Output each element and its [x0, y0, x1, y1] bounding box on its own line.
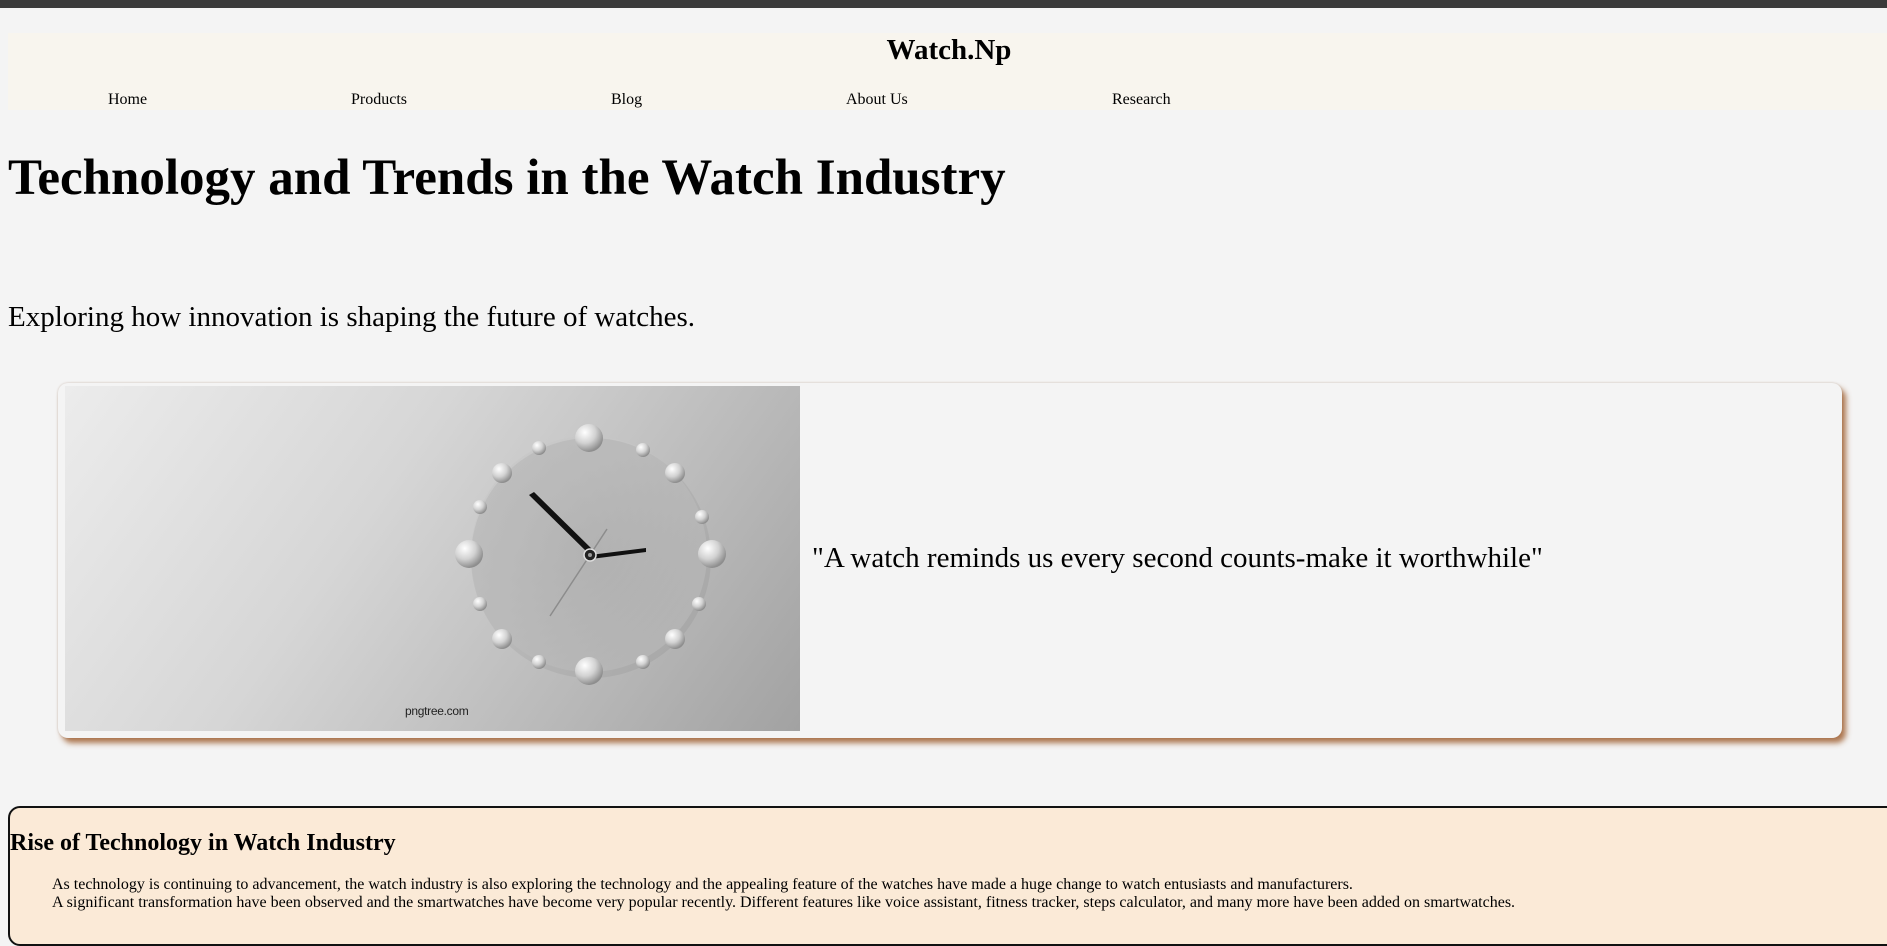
image-watermark: pngtree.com [405, 704, 469, 718]
nav-link-research[interactable]: Research [1112, 91, 1171, 109]
article-paragraph-1: As technology is continuing to advanceme… [52, 876, 1353, 893]
brand-logo[interactable]: Watch.Np [8, 34, 1887, 67]
article-heading: Rise of Technology in Watch Industry [10, 830, 396, 856]
page-subtitle: Exploring how innovation is shaping the … [8, 301, 696, 333]
hero-card: pngtree.com "A watch reminds us every se… [58, 383, 1842, 738]
page-title: Technology and Trends in the Watch Indus… [8, 150, 1006, 206]
clock-illustration [455, 424, 726, 685]
article-paragraph-2: A significant transformation have been o… [52, 894, 1516, 911]
nav-link-products[interactable]: Products [351, 91, 407, 109]
nav-link-home[interactable]: Home [108, 91, 147, 109]
nav-link-blog[interactable]: Blog [611, 91, 642, 109]
nav-link-about-us[interactable]: About Us [846, 91, 908, 109]
article-section: Rise of Technology in Watch Industry As … [8, 806, 1887, 946]
hero-quote: "A watch reminds us every second counts-… [812, 542, 1543, 574]
wall-clock-image: pngtree.com [65, 386, 800, 731]
site-header: Watch.Np Home Products Blog About Us Res… [8, 33, 1887, 110]
browser-top-bar [0, 0, 1887, 8]
